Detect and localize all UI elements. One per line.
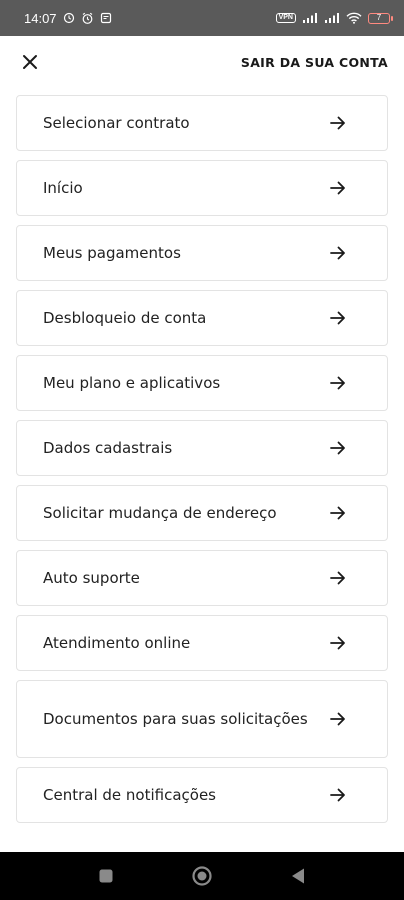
close-icon [23,55,37,69]
arrow-right-icon [329,504,347,522]
clock-icon [63,12,75,24]
status-bar-right: VPN 7 [275,12,393,24]
home-circle-icon [192,866,212,886]
battery-level: 7 [376,13,382,22]
signal-icon [324,12,340,24]
back-triangle-icon [292,868,304,884]
menu-item-meu-plano[interactable]: Meu plano e aplicativos [16,355,388,411]
arrow-right-icon [329,786,347,804]
arrow-right-icon [329,569,347,587]
menu-item-label: Dados cadastrais [43,438,173,457]
menu-item-auto-suporte[interactable]: Auto suporte [16,550,388,606]
menu-item-label: Atendimento online [43,633,191,652]
menu-item-label: Solicitar mudança de endereço [43,503,277,522]
menu-item-label: Auto suporte [43,568,140,587]
menu-item-central-de-notificacoes[interactable]: Central de notificações [16,767,388,823]
arrow-right-icon [329,634,347,652]
menu-item-label: Início [43,178,83,197]
status-bar: 14:07 VPN 7 [0,0,404,36]
menu-item-desbloqueio-de-conta[interactable]: Desbloqueio de conta [16,290,388,346]
menu-item-mudanca-de-endereco[interactable]: Solicitar mudança de endereço [16,485,388,541]
recents-button[interactable] [91,861,121,891]
menu-item-label: Central de notificações [43,785,216,804]
status-time: 14:07 [24,10,57,26]
menu-item-atendimento-online[interactable]: Atendimento online [16,615,388,671]
menu-list: Selecionar contrato Início Meus pagament… [16,95,388,823]
menu-item-documentos[interactable]: Documentos para suas solicitações [16,680,388,758]
arrow-right-icon [329,179,347,197]
home-button[interactable] [187,861,217,891]
recents-square-icon [99,869,113,883]
wifi-icon [346,12,362,24]
menu-item-meus-pagamentos[interactable]: Meus pagamentos [16,225,388,281]
alarm-icon [81,12,94,25]
arrow-right-icon [329,710,347,728]
menu-item-label: Documentos para suas solicitações [43,709,308,728]
notification-icon [100,12,112,24]
menu-item-label: Selecionar contrato [43,113,190,132]
header: SAIR DA SUA CONTA [0,36,404,88]
signal-icon [302,12,318,24]
menu-item-label: Meus pagamentos [43,243,181,262]
menu-item-selecionar-contrato[interactable]: Selecionar contrato [16,95,388,151]
vpn-icon: VPN [275,13,296,23]
status-bar-left: 14:07 [24,11,112,26]
menu-item-label: Desbloqueio de conta [43,308,207,327]
back-button[interactable] [283,861,313,891]
menu-item-dados-cadastrais[interactable]: Dados cadastrais [16,420,388,476]
arrow-right-icon [329,114,347,132]
close-button[interactable] [18,50,42,74]
arrow-right-icon [329,374,347,392]
logout-button[interactable]: SAIR DA SUA CONTA [241,55,388,70]
menu-item-label: Meu plano e aplicativos [43,373,221,392]
arrow-right-icon [329,244,347,262]
menu-item-inicio[interactable]: Início [16,160,388,216]
battery-icon: 7 [368,12,393,24]
arrow-right-icon [329,309,347,327]
arrow-right-icon [329,439,347,457]
navigation-bar [0,852,404,900]
